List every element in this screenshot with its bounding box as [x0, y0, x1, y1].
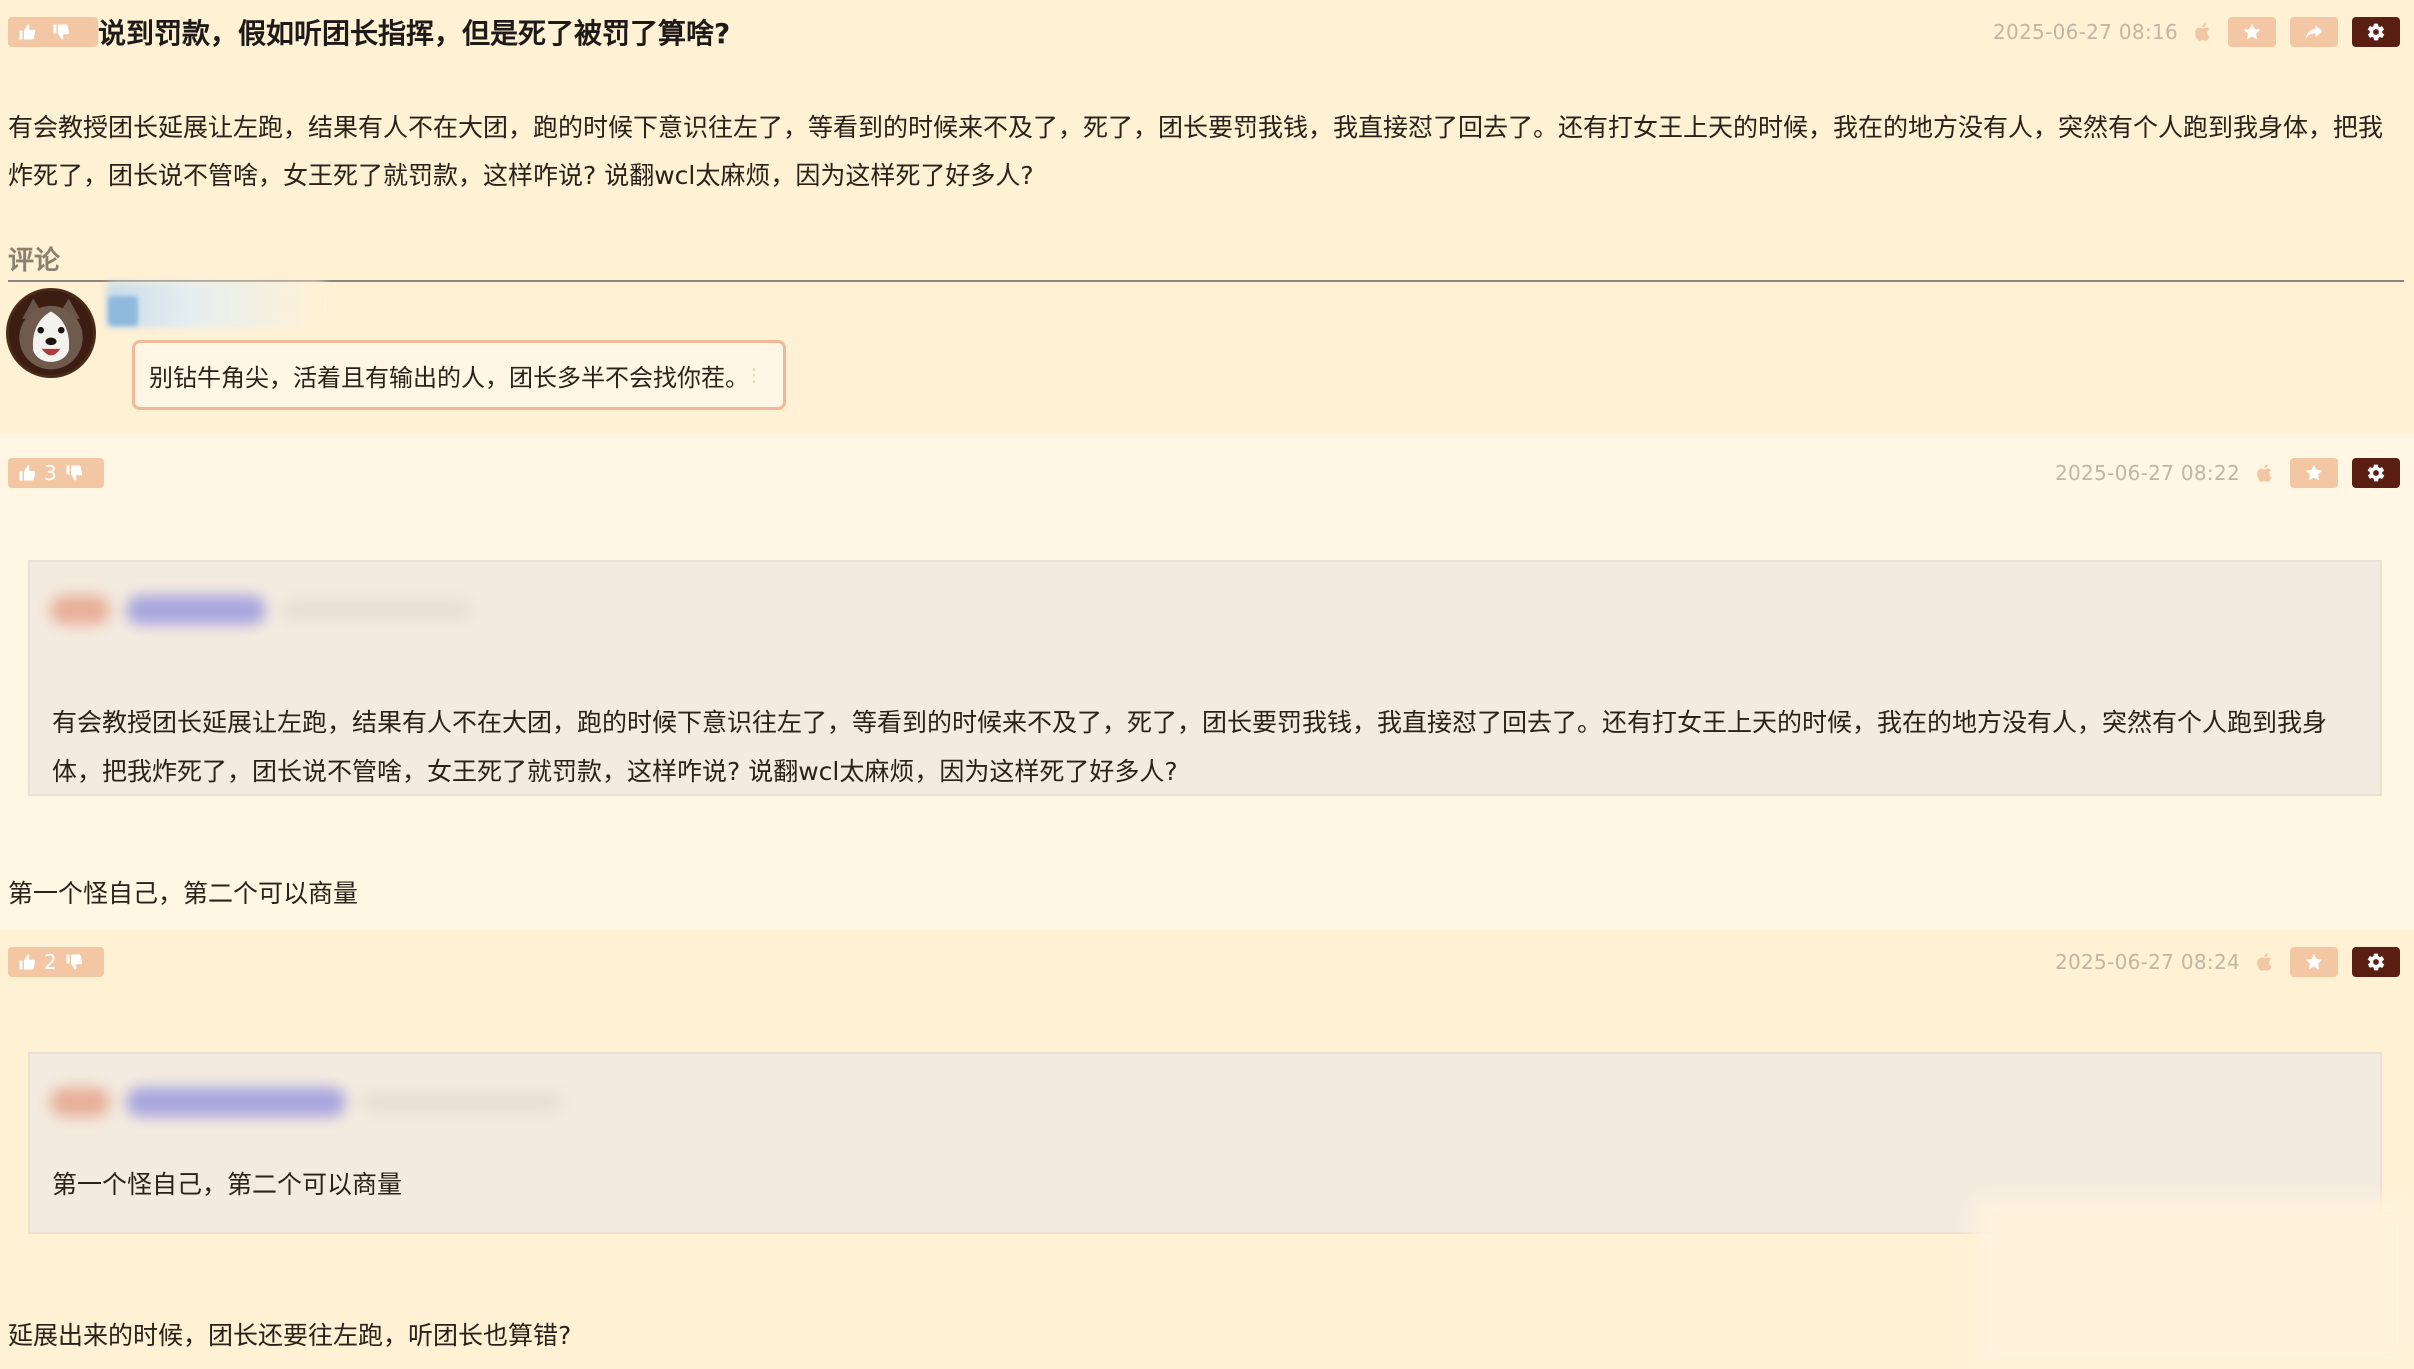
timestamp: 2025-06-27 08:16: [1992, 20, 2178, 44]
quoted-post: 有会教授团长延展让左跑，结果有人不在大团，跑的时候下意识往左了，等看到的时候来不…: [28, 560, 2382, 796]
post-title: 说到罚款，假如听团长指挥，但是死了被罚了算啥?: [98, 17, 731, 50]
thumbs-down-icon[interactable]: [65, 464, 83, 482]
timestamp: 2025-06-27 08:22: [2054, 461, 2240, 485]
favorite-button[interactable]: [2228, 17, 2276, 47]
star-icon: [2242, 22, 2262, 42]
avatar[interactable]: [6, 288, 96, 378]
timestamp: 2025-06-27 08:24: [2054, 950, 2240, 974]
blurred-avatar: [50, 595, 110, 625]
main-post: 说到罚款，假如听团长指挥，但是死了被罚了算啥? 2025-06-27 08:16…: [0, 0, 2414, 434]
quote-header: [50, 1072, 562, 1132]
gear-icon: [2366, 22, 2386, 42]
gear-icon: [2366, 463, 2386, 483]
quote-text: 有会教授团长延展让左跑，结果有人不在大团，跑的时候下意识往左了，等看到的时候来不…: [52, 708, 2328, 786]
post-meta: 2025-06-27 08:16: [1993, 17, 2400, 47]
vote-controls: [8, 17, 98, 47]
thumbs-up-icon[interactable]: [18, 464, 36, 482]
post-meta: 2025-06-27 08:22: [2055, 458, 2400, 488]
reply-text: 第一个怪自己，第二个可以商量: [8, 879, 359, 908]
vote-count: 3: [44, 461, 57, 485]
more-icon[interactable]: ⋮: [745, 365, 763, 386]
comments-divider: [8, 280, 2404, 282]
share-button[interactable]: [2290, 17, 2338, 47]
favorite-button[interactable]: [2290, 458, 2338, 488]
blurred-username: [126, 595, 266, 625]
settings-button[interactable]: [2352, 17, 2400, 47]
apple-icon: [2192, 20, 2214, 44]
post-meta: 2025-06-27 08:24: [2055, 947, 2400, 977]
blurred-date: [362, 1091, 562, 1113]
favorite-button[interactable]: [2290, 947, 2338, 977]
comment-bubble: 别钻牛角尖，活着且有输出的人，团长多半不会找你茬。 ⋮: [132, 340, 786, 410]
apple-icon: [2254, 950, 2276, 974]
dog-avatar-image: [9, 291, 93, 375]
vote-controls: 2: [8, 947, 104, 977]
post-body: 有会教授团长延展让左跑，结果有人不在大团，跑的时候下意识往左了，等看到的时候来不…: [8, 113, 2384, 190]
vote-controls: 3: [8, 458, 104, 488]
settings-button[interactable]: [2352, 947, 2400, 977]
quote-header: [50, 580, 472, 640]
blurred-username: [106, 282, 326, 328]
thumbs-up-icon[interactable]: [18, 23, 36, 41]
settings-button[interactable]: [2352, 458, 2400, 488]
blurred-overlay: [1974, 1199, 2414, 1369]
reply-text: 延展出来的时候，团长还要往左跑，听团长也算错?: [8, 1321, 572, 1350]
thumbs-down-icon[interactable]: [52, 23, 70, 41]
star-icon: [2304, 463, 2324, 483]
gear-icon: [2366, 952, 2386, 972]
reply-post: 3 2025-06-27 08:22 有会教授团长延展让左跑，结果有人不在大团，…: [0, 434, 2414, 930]
comments-label: 评论: [8, 246, 61, 276]
blurred-avatar: [50, 1087, 110, 1117]
star-icon: [2304, 952, 2324, 972]
thumbs-down-icon[interactable]: [65, 953, 83, 971]
user-badge: [108, 296, 138, 326]
share-icon: [2304, 22, 2324, 42]
comment-text: 别钻牛角尖，活着且有输出的人，团长多半不会找你茬。: [149, 363, 749, 392]
blurred-username: [126, 1087, 346, 1117]
apple-icon: [2254, 461, 2276, 485]
blurred-date: [282, 599, 472, 621]
vote-count: 2: [44, 950, 57, 974]
thumbs-up-icon[interactable]: [18, 953, 36, 971]
